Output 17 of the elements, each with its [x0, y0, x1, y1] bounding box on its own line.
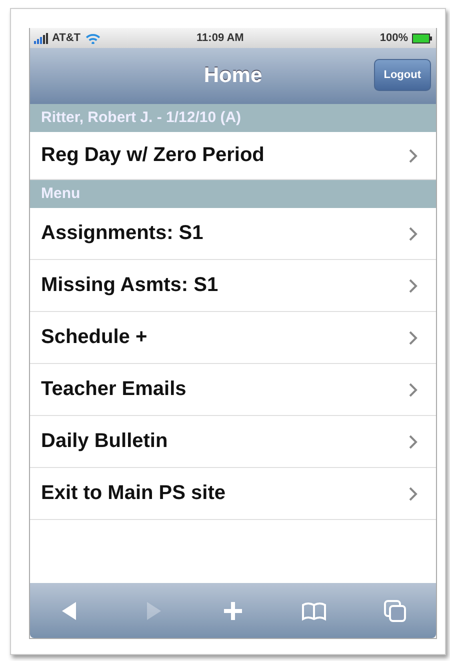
page-title: Home — [204, 64, 262, 88]
chevron-icon — [409, 330, 418, 344]
clock: 11:09 AM — [196, 32, 245, 44]
section-header: Ritter, Robert J. - 1/12/10 (A) — [30, 104, 436, 132]
chevron-icon — [409, 382, 418, 396]
logout-button[interactable]: Logout — [374, 59, 431, 91]
section-header: Menu — [30, 180, 436, 208]
carrier-name: AT&T — [52, 32, 81, 44]
chevron-icon — [409, 434, 418, 448]
chevron-icon — [409, 226, 418, 240]
chevron-icon — [409, 486, 418, 500]
battery-percent: 100% — [380, 32, 408, 44]
battery-icon — [412, 32, 432, 44]
signal-icon — [34, 32, 48, 44]
wifi-icon — [84, 32, 101, 44]
chevron-icon — [409, 148, 418, 162]
chevron-icon — [409, 278, 418, 292]
